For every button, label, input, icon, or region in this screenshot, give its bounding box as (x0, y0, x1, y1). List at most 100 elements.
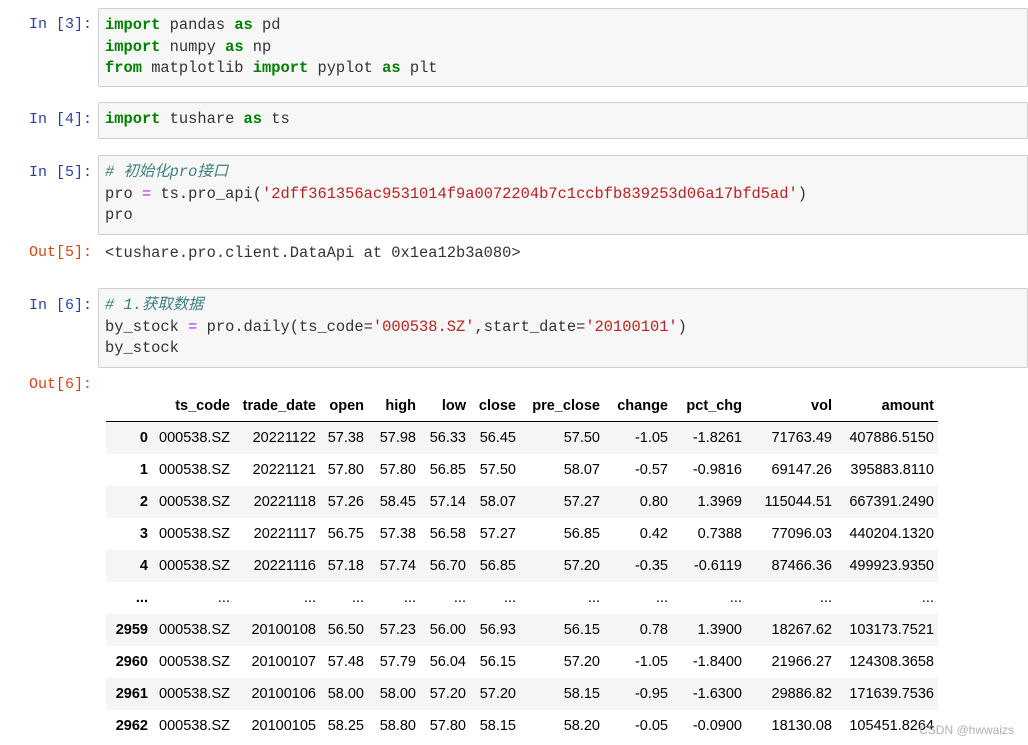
table-cell: -0.0900 (692, 718, 742, 734)
table-cell: -0.95 (634, 686, 668, 702)
table-cell: 57.74 (379, 558, 416, 574)
table-row: 2960 000538.SZ 20100107 57.48 57.79 56.04 56.1… (106, 646, 938, 678)
table-cell: 000538.SZ (159, 462, 230, 478)
table-cell: 56.85 (429, 462, 466, 478)
table-row: 2962 000538.SZ 20100105 58.25 58.80 57.80 58.1… (106, 710, 938, 742)
output-5-text: <tushare.pro.client.DataApi at 0x1ea12b3… (105, 244, 521, 262)
code-token: plt (400, 59, 438, 77)
code-token: = (188, 317, 198, 336)
code-token: from (105, 59, 142, 77)
column-header: pre_close (520, 390, 604, 422)
table-row: 3 000538.SZ 20221117 56.75 57.38 56.58 57.27 56… (106, 518, 938, 550)
table-cell: -0.57 (634, 462, 668, 478)
table-cell: 000538.SZ (159, 558, 230, 574)
table-cell: 667391.2490 (849, 494, 934, 510)
table-cell: 440204.1320 (849, 526, 934, 542)
code-cell-3[interactable]: import pandas as pd import numpy as np fro… (98, 8, 1028, 87)
table-cell: 1.3900 (697, 622, 742, 638)
table-cell: 56.15 (563, 622, 600, 638)
table-cell: -0.05 (634, 718, 668, 734)
table-row: 4 000538.SZ 20221116 57.18 57.74 56.70 56.85 57… (106, 550, 938, 582)
table-cell: 57.50 (479, 462, 516, 478)
table-cell: 57.26 (327, 494, 364, 510)
table-cell: -0.6119 (693, 558, 742, 574)
code-cell-5[interactable]: # 初始化pro接口 pro = ts.pro_api('2dff361356ac… (98, 155, 1028, 235)
table-cell: 57.48 (327, 654, 364, 670)
row-index: 0 (139, 430, 148, 446)
row-index: 2960 (115, 654, 148, 670)
table-cell: 124308.3658 (849, 654, 934, 670)
code-token: '000538.SZ' (372, 317, 475, 336)
code-token: import (105, 37, 161, 56)
table-cell: -1.05 (634, 430, 668, 446)
code-token: # 初始化pro接口 (105, 163, 229, 181)
dataframe-body: 0 000538.SZ 20221122 57.38 57.98 56.33 56.45 57… (106, 421, 938, 743)
table-cell: 0.80 (639, 494, 668, 510)
table-cell: -0.35 (634, 558, 668, 574)
code-token: import (105, 110, 161, 128)
code-cell-6[interactable]: # 1.获取数据 by_stock = pro.daily(ts_code='00… (98, 288, 1028, 368)
table-cell: 115044.51 (764, 494, 832, 510)
code-token: pyplot (308, 59, 383, 77)
table-cell: 0.7388 (697, 526, 742, 542)
code-token: numpy (160, 37, 226, 56)
table-cell: 57.98 (379, 430, 416, 446)
column-header: low (420, 390, 470, 422)
table-cell: 56.50 (327, 622, 364, 638)
code-line: # 初始化pro接口 (105, 162, 1021, 184)
table-cell: 69147.26 (771, 462, 832, 478)
column-header: vol (746, 390, 836, 422)
table-cell: ... (729, 590, 742, 606)
table-cell: 20221121 (252, 462, 316, 478)
prompt-in-4: In [4]: (28, 111, 92, 128)
table-cell: 77096.03 (771, 526, 832, 542)
table-cell: ... (587, 590, 600, 606)
table-cell: 20221117 (253, 526, 316, 542)
table-cell: 57.50 (563, 430, 600, 446)
table-cell: 20100105 (251, 718, 316, 734)
table-cell: 57.20 (563, 558, 600, 574)
table-cell: ... (351, 590, 364, 606)
code-line: import pandas as pd (105, 15, 1021, 37)
table-row: .................................... (106, 582, 938, 614)
code-line: # 1.获取数据 (105, 295, 1021, 317)
table-cell: 58.00 (379, 686, 416, 702)
code-line: pro (105, 205, 1021, 227)
code-token: ) (677, 317, 687, 336)
table-cell: 21966.27 (771, 654, 832, 670)
code-token: by_stock (105, 339, 179, 357)
table-cell: 57.79 (379, 654, 416, 670)
row-index: 2959 (115, 622, 148, 638)
column-header: high (368, 390, 420, 422)
table-cell: 56.85 (563, 526, 600, 542)
table-cell: 71763.49 (771, 430, 832, 446)
code-token: np (243, 37, 272, 56)
table-cell: 000538.SZ (159, 654, 230, 670)
dataframe-header-row: ts_code trade_date open high low close pre_clo… (106, 390, 938, 422)
table-cell: 58.45 (379, 494, 416, 510)
table-row: 2961 000538.SZ 20100106 58.00 58.00 57.20 57.2… (106, 678, 938, 710)
table-cell: -1.05 (634, 654, 668, 670)
table-cell: 56.93 (479, 622, 516, 638)
table-cell: 58.00 (327, 686, 364, 702)
table-cell: 20100106 (251, 686, 316, 702)
code-line: from matplotlib import pyplot as plt (105, 58, 1021, 80)
code-cell-4[interactable]: import tushare as ts (98, 102, 1028, 139)
table-cell: -1.8400 (692, 654, 742, 670)
code-token: pro (105, 184, 142, 203)
table-cell: 56.58 (429, 526, 466, 542)
table-cell: 58.15 (563, 686, 600, 702)
code-token: pandas (160, 16, 235, 34)
table-cell: 58.07 (479, 494, 516, 510)
column-header: close (470, 390, 520, 422)
column-header: trade_date (234, 390, 320, 422)
table-cell: ... (921, 590, 934, 606)
table-cell: 407886.5150 (849, 430, 934, 446)
table-cell: 18267.62 (771, 622, 832, 638)
code-line: import tushare as ts (105, 109, 1021, 131)
table-cell: 20100108 (251, 622, 316, 638)
table-cell: 57.20 (563, 654, 600, 670)
table-cell: 56.00 (429, 622, 466, 638)
table-cell: 000538.SZ (159, 430, 230, 446)
table-cell: ... (655, 590, 668, 606)
